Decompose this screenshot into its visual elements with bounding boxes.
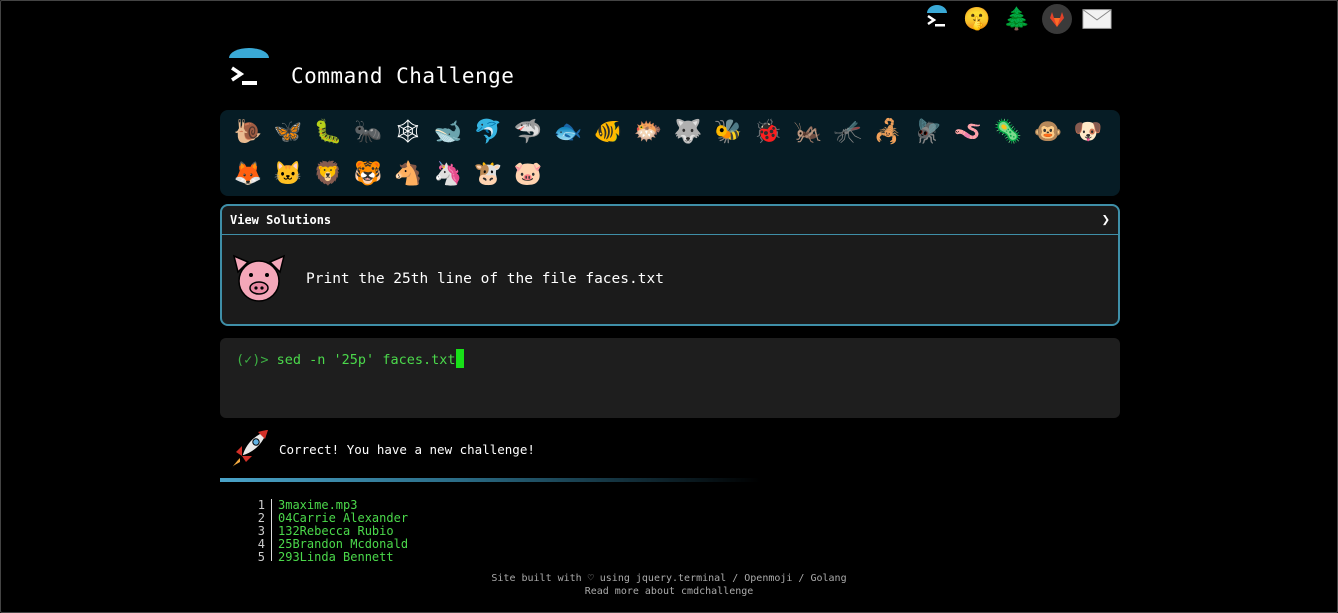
pig-face-icon — [228, 248, 290, 310]
cow-icon[interactable]: 🐮 — [468, 154, 508, 192]
scorpion-icon[interactable]: 🦂 — [868, 112, 908, 150]
page-title: Command Challenge — [291, 64, 515, 88]
whale-icon[interactable]: 🐋 — [428, 112, 468, 150]
fish-icon[interactable]: 🐟 — [548, 112, 588, 150]
tree-icon[interactable]: 🌲 — [1002, 4, 1032, 34]
animal-tray: 🐌 🦋 🐛 🐜 🕸 🐋 🐬 🦈 🐟 🐠 🐡 🐺 🐝 🐞 🦗 🦟 🦂 🪰 🪱 🦠 … — [220, 110, 1120, 196]
logo-icon — [226, 48, 272, 92]
unicorn-icon[interactable]: 🦄 — [428, 154, 468, 192]
command-input[interactable]: sed -n '25p' faces.txt — [277, 352, 456, 368]
terminal[interactable]: (✓)> sed -n '25p' faces.txt — [220, 338, 1120, 418]
footer-credits: Site built with ♡ using jquery.terminal … — [491, 573, 847, 584]
lady-beetle-icon[interactable]: 🐞 — [748, 112, 788, 150]
bee-icon[interactable]: 🐝 — [708, 112, 748, 150]
terminal-cursor — [456, 349, 465, 368]
list-item: 5 293Linda Bennett — [250, 551, 408, 561]
lion-icon[interactable]: 🦁 — [308, 154, 348, 192]
view-solutions-toggle[interactable]: View Solutions ❯ — [222, 206, 1118, 235]
microbe-icon[interactable]: 🦠 — [988, 112, 1028, 150]
read-more-link[interactable]: Read more about cmdchallenge — [585, 586, 754, 597]
cricket-icon[interactable]: 🦗 — [788, 112, 828, 150]
chevron-right-icon[interactable]: ❯ — [1102, 212, 1110, 228]
gitlab-icon[interactable] — [1042, 4, 1072, 34]
prompt-prefix: (✓)> — [236, 352, 269, 368]
mail-icon[interactable] — [1082, 4, 1112, 34]
line-text: 293Linda Bennett — [278, 550, 394, 562]
challenge-description: Print the 25th line of the file faces.tx… — [306, 271, 664, 287]
butterfly-icon[interactable]: 🦋 — [268, 112, 308, 150]
cat-icon[interactable]: 🐱 — [268, 154, 308, 192]
dolphin-icon[interactable]: 🐬 — [468, 112, 508, 150]
challenge-panel: View Solutions ❯ Print the 25th line of … — [220, 204, 1120, 326]
spider-web-icon[interactable]: 🕸 — [388, 112, 428, 150]
progress-divider — [220, 478, 760, 482]
view-solutions-label: View Solutions — [230, 213, 332, 227]
caterpillar-icon[interactable]: 🐛 — [308, 112, 348, 150]
terminal-icon[interactable] — [922, 4, 952, 34]
fox-icon[interactable]: 🦊 — [228, 154, 268, 192]
wolf-icon[interactable]: 🐺 — [668, 112, 708, 150]
horse-icon[interactable]: 🐴 — [388, 154, 428, 192]
monkey-icon[interactable]: 🐵 — [1028, 112, 1068, 150]
rocket-icon — [228, 428, 270, 470]
blowfish-icon[interactable]: 🐡 — [628, 112, 668, 150]
result-message: Correct! You have a new challenge! — [279, 441, 535, 457]
animal-row-2: 🦊 🐱 🦁 🐯 🐴 🦄 🐮 🐷 — [228, 154, 548, 192]
tropical-fish-icon[interactable]: 🐠 — [588, 112, 628, 150]
tiger-icon[interactable]: 🐯 — [348, 154, 388, 192]
file-output: 1 3maxime.mp3 2 04Carrie Alexander 3 132Reb… — [250, 499, 408, 561]
ant-icon[interactable]: 🐜 — [348, 112, 388, 150]
result-banner: Correct! You have a new challenge! — [228, 428, 535, 470]
dog-icon[interactable]: 🐶 — [1068, 112, 1108, 150]
animal-row-1: 🐌 🦋 🐛 🐜 🕸 🐋 🐬 🦈 🐟 🐠 🐡 🐺 🐝 🐞 🦗 🦟 🦂 🪰 🪱 🦠 … — [228, 112, 1108, 150]
worm-icon[interactable]: 🪱 — [948, 112, 988, 150]
pig-icon[interactable]: 🐷 — [508, 154, 548, 192]
mosquito-icon[interactable]: 🦟 — [828, 112, 868, 150]
top-icon-bar: 🤫 🌲 — [922, 4, 1112, 34]
shark-icon[interactable]: 🦈 — [508, 112, 548, 150]
line-number: 5 — [250, 551, 272, 561]
fly-icon[interactable]: 🪰 — [908, 112, 948, 150]
snail-icon[interactable]: 🐌 — [228, 112, 268, 150]
prompt-line[interactable]: (✓)> sed -n '25p' faces.txt — [236, 349, 465, 368]
shushing-face-icon[interactable]: 🤫 — [962, 4, 992, 34]
footer: Site built with ♡ using jquery.terminal … — [0, 572, 1338, 598]
